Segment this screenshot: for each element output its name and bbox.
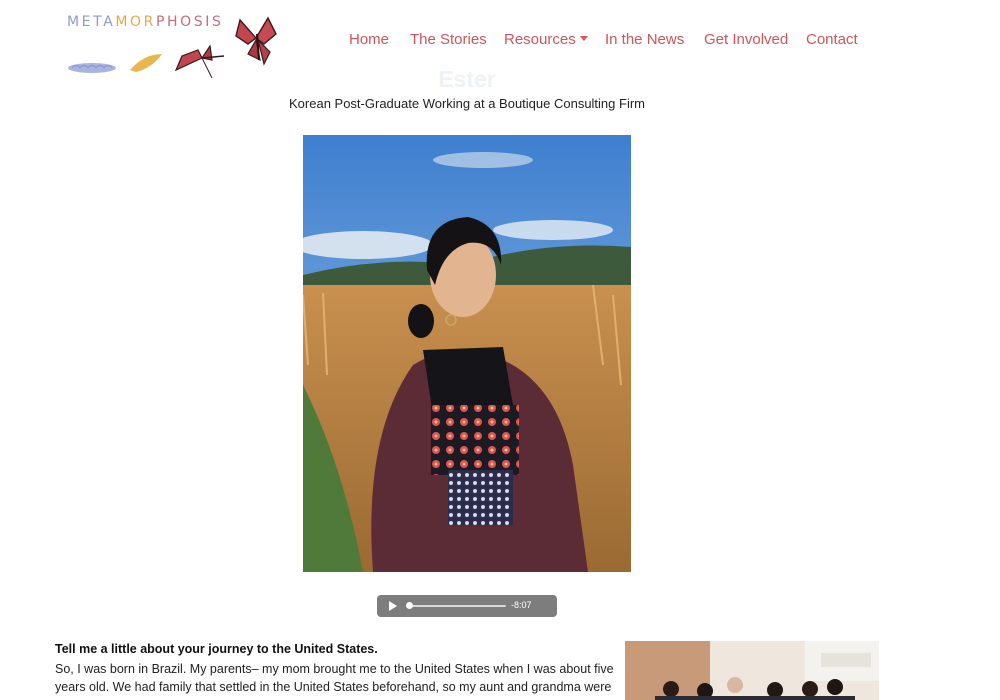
nav-the-stories[interactable]: The Stories: [410, 31, 487, 48]
interview-answer: So, I was born in Brazil. My parents– my…: [55, 662, 614, 694]
interview-question: Tell me a little about your journey to t…: [55, 642, 378, 656]
story-subtitle: Korean Post-Graduate Working at a Boutiq…: [289, 96, 645, 111]
nav-in-the-news[interactable]: In the News: [605, 31, 684, 48]
play-icon[interactable]: [389, 601, 397, 611]
audio-progress-track[interactable]: [408, 605, 506, 607]
audio-player[interactable]: -8:07: [377, 595, 557, 617]
audio-time-remaining: -8:07: [511, 600, 532, 610]
nav-resources-label: Resources: [504, 31, 576, 48]
nav-get-involved[interactable]: Get Involved: [704, 31, 788, 48]
audio-scrubber-handle[interactable]: [406, 602, 413, 609]
caret-down-icon: [579, 36, 588, 41]
butterfly-icon: [235, 16, 277, 66]
nav-home[interactable]: Home: [349, 31, 389, 48]
nav-resources[interactable]: Resources: [504, 31, 588, 48]
nav-contact[interactable]: Contact: [806, 31, 858, 48]
story-title: Ester: [438, 66, 496, 92]
group-photo: [625, 641, 879, 700]
portrait-photo: [303, 135, 631, 572]
